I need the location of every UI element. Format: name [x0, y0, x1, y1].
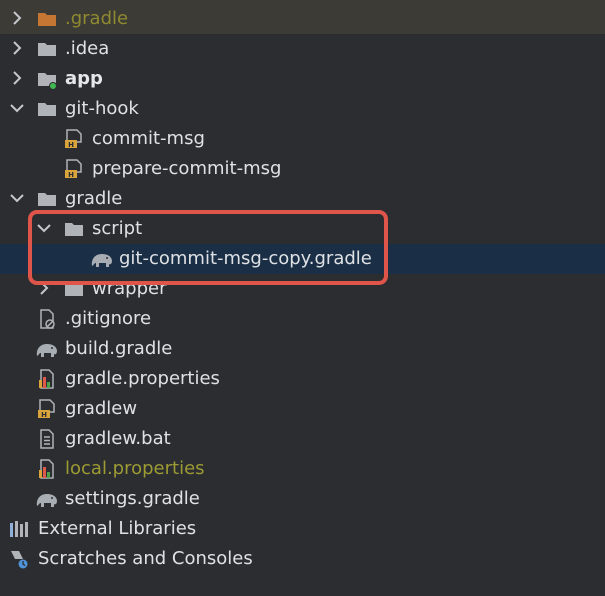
- svg-text:H: H: [68, 171, 74, 179]
- folder-icon: [37, 99, 57, 119]
- annotation-highlight-box: [28, 210, 388, 285]
- tree-row-gradlew[interactable]: H gradlew: [0, 394, 605, 424]
- tree-row-commit-msg[interactable]: H commit-msg: [0, 124, 605, 154]
- folder-icon: [37, 189, 57, 209]
- chevron-right-icon[interactable]: [10, 11, 24, 25]
- libraries-icon: [9, 519, 29, 539]
- folder-icon: [37, 39, 57, 59]
- tree-row-build-gradle[interactable]: build.gradle: [0, 334, 605, 364]
- tree-item-label: .idea: [65, 38, 110, 59]
- text-file-icon: [37, 429, 57, 449]
- gradle-elephant-icon: [35, 489, 59, 509]
- tree-item-label: gradlew.bat: [65, 428, 171, 449]
- tree-row-settings-gradle[interactable]: settings.gradle: [0, 484, 605, 514]
- tree-row-gradle-properties[interactable]: gradle.properties: [0, 364, 605, 394]
- tree-row-dot-gradle[interactable]: .gradle: [0, 4, 605, 34]
- tree-row-git-hook[interactable]: git-hook: [0, 94, 605, 124]
- tree-item-label: .gitignore: [65, 308, 152, 329]
- tree-item-label: prepare-commit-msg: [92, 158, 282, 179]
- svg-text:H: H: [41, 411, 47, 419]
- tree-row-gradlew-bat[interactable]: gradlew.bat: [0, 424, 605, 454]
- tree-item-label: .gradle: [65, 8, 129, 29]
- tree-item-label: local.properties: [65, 458, 205, 479]
- tree-row-idea[interactable]: .idea: [0, 34, 605, 64]
- scratches-icon: [9, 549, 29, 569]
- tree-item-label: git-hook: [65, 98, 139, 119]
- properties-file-icon: [37, 459, 57, 479]
- tree-row-scratches-and-consoles[interactable]: Scratches and Consoles: [0, 544, 605, 574]
- tree-item-label: External Libraries: [38, 518, 197, 539]
- tree-item-label: app: [65, 68, 103, 89]
- folder-orange-icon: [37, 9, 57, 29]
- tree-item-label: settings.gradle: [65, 488, 200, 509]
- tree-row-prepare-commit-msg[interactable]: H prepare-commit-msg: [0, 154, 605, 184]
- tree-item-label: build.gradle: [65, 338, 173, 359]
- chevron-right-icon[interactable]: [10, 41, 24, 55]
- properties-file-icon: [37, 369, 57, 389]
- tree-row-external-libraries[interactable]: External Libraries: [0, 514, 605, 544]
- tree-row-local-properties[interactable]: local.properties: [0, 454, 605, 484]
- chevron-down-icon[interactable]: [10, 101, 24, 115]
- shell-script-icon: H: [37, 399, 57, 419]
- tree-item-label: gradlew: [65, 398, 138, 419]
- tree-item-label: gradle.properties: [65, 368, 220, 389]
- tree-row-gitignore[interactable]: .gitignore: [0, 304, 605, 334]
- module-folder-icon: [37, 69, 57, 89]
- shell-script-icon: H: [64, 129, 84, 149]
- svg-text:H: H: [68, 141, 74, 149]
- tree-item-label: Scratches and Consoles: [38, 548, 253, 569]
- shell-script-icon: H: [64, 159, 84, 179]
- gitignore-file-icon: [37, 309, 57, 329]
- chevron-right-icon[interactable]: [10, 71, 24, 85]
- tree-item-label: commit-msg: [92, 128, 205, 149]
- tree-row-app[interactable]: app: [0, 64, 605, 94]
- chevron-down-icon[interactable]: [10, 191, 24, 205]
- tree-item-label: gradle: [65, 188, 123, 209]
- gradle-elephant-icon: [35, 339, 59, 359]
